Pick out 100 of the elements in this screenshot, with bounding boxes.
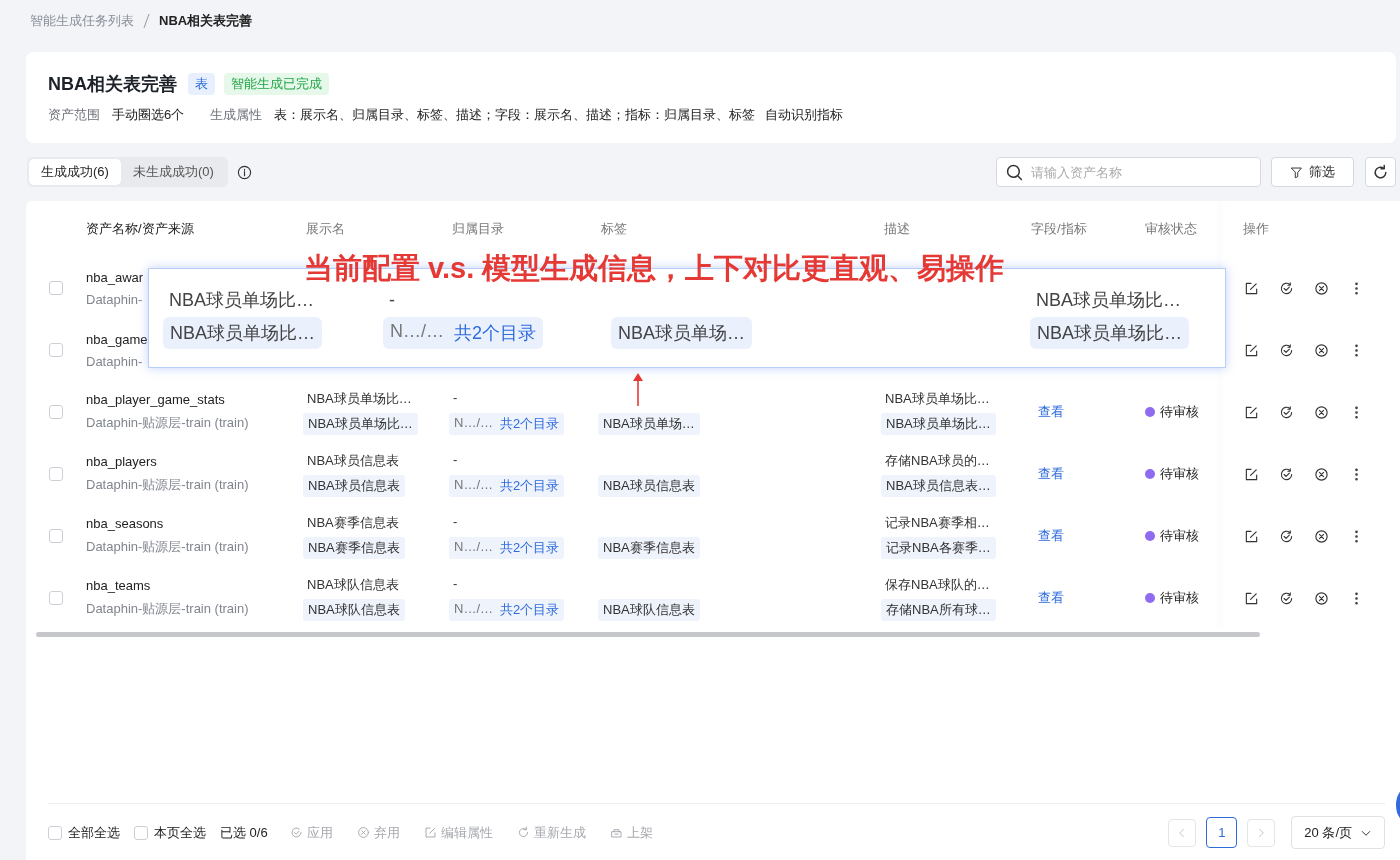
- asset-source: Dataphin-贴源层-train (train): [86, 600, 249, 618]
- meta-value: 表：展示名、归属目录、标签、描述；字段：展示名、描述；指标：归属目录、标签: [274, 106, 756, 124]
- directory-link[interactable]: 共2个目录: [500, 476, 560, 495]
- checkbox[interactable]: [49, 343, 63, 357]
- current-value: -: [452, 389, 458, 406]
- current-value: NBA球队信息表: [306, 575, 399, 592]
- page-size-select[interactable]: 20 条/页: [1291, 816, 1385, 849]
- status-label: 待审核: [1145, 465, 1223, 483]
- pending-icon: [1145, 407, 1155, 417]
- confirm-icon[interactable]: [1279, 342, 1294, 358]
- search-field[interactable]: 请输入资产名称: [996, 157, 1261, 187]
- asset-name: nba_game: [86, 331, 148, 347]
- search-icon: [1006, 164, 1023, 181]
- confirm-icon[interactable]: [1279, 280, 1294, 296]
- directory-link[interactable]: 共2个目录: [500, 414, 560, 433]
- generated-value: NBA球员单场比…: [163, 317, 322, 349]
- current-value: NBA球员信息表: [306, 451, 399, 468]
- column-header: 资产名称/资产来源: [86, 221, 194, 236]
- generated-value: NBA球员单场比…: [303, 412, 418, 435]
- directory-path: N…/…: [454, 476, 493, 494]
- close-icon[interactable]: [1314, 280, 1329, 296]
- checkbox[interactable]: [49, 529, 63, 543]
- tab[interactable]: 未生成成功(0): [120, 159, 226, 185]
- close-icon[interactable]: [1314, 404, 1329, 420]
- confirm-icon[interactable]: [1279, 404, 1294, 420]
- generated-tag: NBA球员单场…: [611, 317, 752, 349]
- close-icon[interactable]: [1314, 342, 1329, 358]
- filter-button[interactable]: 筛选: [1271, 157, 1354, 187]
- task-title: NBA相关表完善: [48, 73, 177, 96]
- directory-link[interactable]: 共2个目录: [500, 538, 560, 557]
- asset-source: Dataphin-: [86, 353, 143, 369]
- column-header: 审核状态: [1145, 221, 1197, 236]
- view-link[interactable]: 查看: [1038, 404, 1064, 419]
- pending-icon: [1145, 469, 1155, 479]
- current-value: NBA球员单场比…: [1035, 289, 1182, 312]
- asset-name: nba_player_game_stats: [86, 392, 225, 407]
- checkbox[interactable]: [49, 467, 63, 481]
- selected-count: 已选 0/6: [220, 823, 268, 842]
- status-label: 待审核: [1145, 527, 1223, 545]
- close-icon[interactable]: [1314, 528, 1329, 544]
- current-value: NBA球员单场比…: [306, 389, 412, 406]
- current-value: -: [452, 575, 458, 592]
- generated-tag: NBA球员单场…: [598, 412, 700, 435]
- confirm-icon[interactable]: [1279, 590, 1294, 606]
- refresh-button[interactable]: [1365, 157, 1396, 187]
- generated-tag: NBA赛季信息表: [598, 536, 700, 559]
- select-checkbox[interactable]: 本页全选: [134, 823, 206, 842]
- edit-icon[interactable]: [1244, 280, 1259, 296]
- generated-value: NBA球员信息表: [303, 474, 405, 497]
- generated-value: NBA球员单场比…: [1030, 317, 1189, 349]
- select-checkbox[interactable]: 全部全选: [48, 823, 120, 842]
- apply-icon: [289, 826, 303, 839]
- confirm-icon[interactable]: [1279, 528, 1294, 544]
- status-label: 待审核: [1145, 589, 1223, 607]
- checkbox[interactable]: [49, 281, 63, 295]
- asset-name: nba_awar: [86, 269, 144, 285]
- type-tag: 表: [188, 73, 215, 95]
- checkbox[interactable]: [49, 405, 63, 419]
- directory-path: N…/…: [454, 538, 493, 556]
- meta-label: 资产范围: [48, 106, 100, 124]
- publish-icon: [609, 826, 623, 839]
- view-link[interactable]: 查看: [1038, 528, 1064, 543]
- close-icon[interactable]: [1314, 466, 1329, 482]
- generated-value: NBA赛季信息表: [303, 536, 405, 559]
- breadcrumb-link[interactable]: 智能生成任务列表: [30, 12, 134, 30]
- edit-icon[interactable]: [1244, 466, 1259, 482]
- close-icon[interactable]: [1314, 590, 1329, 606]
- scrollbar[interactable]: [36, 632, 1260, 637]
- current-value: -: [452, 513, 458, 530]
- meta-label: 生成属性: [210, 106, 263, 124]
- directory-path: N…/…: [454, 414, 493, 432]
- directory-link[interactable]: 共2个目录: [454, 321, 536, 345]
- asset-source: Dataphin-贴源层-train (train): [86, 414, 249, 432]
- annotation-arrow: [632, 372, 644, 406]
- info-icon[interactable]: [236, 164, 252, 180]
- edit-icon[interactable]: [1244, 528, 1259, 544]
- asset-name: nba_seasons: [86, 516, 164, 531]
- edit-icon[interactable]: [1244, 404, 1259, 420]
- view-link[interactable]: 查看: [1038, 466, 1064, 481]
- current-value: -: [388, 289, 396, 311]
- column-header: 操作: [1243, 221, 1269, 236]
- breadcrumb-current: NBA相关表完善: [159, 12, 253, 30]
- confirm-icon[interactable]: [1279, 466, 1294, 482]
- edit-icon: [423, 826, 437, 839]
- edit-icon[interactable]: [1244, 590, 1259, 606]
- current-value: NBA球员单场比…: [168, 289, 315, 312]
- column-header: 字段/指标: [1031, 221, 1087, 236]
- annotation-text: 当前配置 v.s. 模型生成信息，上下对比更直观、易操作: [304, 251, 1005, 286]
- checkbox[interactable]: [49, 591, 63, 605]
- directory-path: N…/…: [390, 321, 444, 343]
- directory-link[interactable]: 共2个目录: [500, 600, 560, 619]
- asset-name: nba_teams: [86, 578, 151, 593]
- view-link[interactable]: 查看: [1038, 590, 1064, 605]
- page-button[interactable]: 1: [1206, 817, 1238, 848]
- tab[interactable]: 生成成功(6): [29, 159, 121, 185]
- generated-value: 存储NBA所有球…: [881, 598, 996, 621]
- status-label: 待审核: [1145, 403, 1223, 421]
- generated-tag: NBA球员信息表: [598, 474, 700, 497]
- edit-icon[interactable]: [1244, 342, 1259, 358]
- filter-icon: [1290, 165, 1303, 179]
